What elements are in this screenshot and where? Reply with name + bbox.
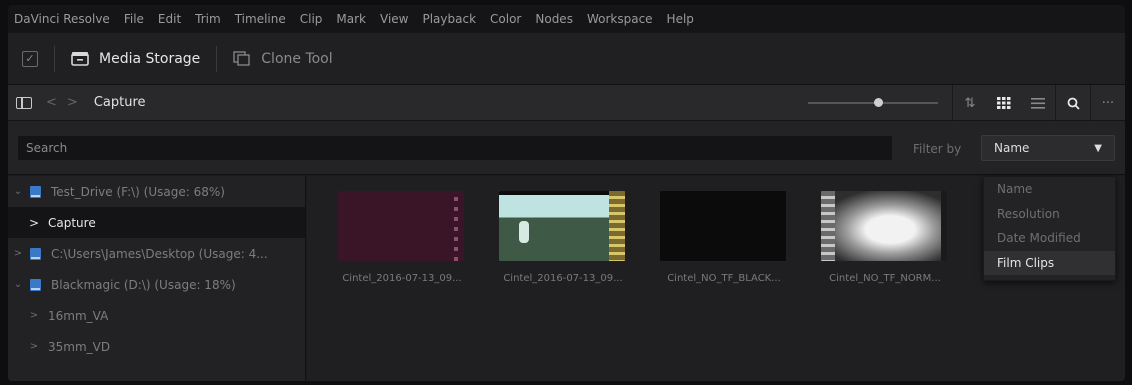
media-storage-button[interactable]: Media Storage — [71, 51, 200, 67]
menu-nodes[interactable]: Nodes — [535, 12, 573, 26]
clip-name: Cintel_2016-07-13_09... — [503, 273, 623, 284]
chevron-down-icon: ▼ — [1094, 142, 1102, 154]
slider-handle[interactable] — [874, 98, 883, 107]
menu-trim[interactable]: Trim — [195, 12, 221, 26]
select-toggle-icon[interactable]: ✓ — [22, 50, 38, 67]
filter-option-date-modified[interactable]: Date Modified — [984, 226, 1115, 251]
sort-order-icon[interactable]: ⇅ — [953, 85, 987, 121]
menu-view[interactable]: View — [380, 12, 408, 26]
menu-clip[interactable]: Clip — [300, 12, 323, 26]
filter-option-film-clips[interactable]: Film Clips — [984, 250, 1115, 275]
more-options-icon[interactable]: ··· — [1091, 85, 1125, 121]
clone-tool-label: Clone Tool — [261, 50, 333, 67]
media-storage-label: Media Storage — [99, 50, 201, 67]
view-controls: ⇅ ··· — [952, 85, 1125, 121]
clip-name: Cintel_NO_TF_BLACK... — [667, 273, 781, 284]
tree-item-capture[interactable]: > Capture — [8, 207, 305, 238]
menu-playback[interactable]: Playback — [422, 12, 476, 26]
clone-tool-button[interactable]: Clone Tool — [233, 50, 333, 67]
clip-item[interactable]: Cintel_2016-07-13_09... — [499, 191, 627, 284]
filter-by-label: Filter by — [913, 142, 962, 156]
app-window: DaVinci Resolve File Edit Trim Timeline … — [8, 5, 1125, 381]
menu-workspace[interactable]: Workspace — [587, 12, 653, 26]
drive-icon — [30, 278, 41, 291]
tree-item-label: 35mm_VD — [48, 339, 111, 354]
tree-item-16mm[interactable]: > 16mm_VA — [8, 300, 305, 331]
toolbar-divider — [54, 45, 55, 72]
clip-item[interactable]: Cintel_NO_TF_NORM... — [821, 191, 949, 284]
menu-help[interactable]: Help — [667, 12, 694, 26]
clip-thumbnail[interactable] — [338, 191, 464, 261]
toggle-sidebar-icon[interactable] — [16, 96, 32, 109]
media-storage-icon — [71, 51, 89, 66]
folder-tree: ⌄ Test_Drive (F:\) (Usage: 68%) > Captur… — [8, 176, 306, 381]
expand-arrow-icon[interactable]: ⌄ — [12, 186, 24, 197]
filter-option-name[interactable]: Name — [984, 177, 1115, 202]
tree-item-label: Test_Drive (F:\) (Usage: 68%) — [51, 184, 225, 199]
chevron-right-icon[interactable]: > — [12, 248, 24, 259]
menu-file[interactable]: File — [124, 12, 144, 26]
chevron-right-icon[interactable]: > — [28, 341, 40, 352]
thumbnail-size-slider[interactable] — [808, 102, 938, 104]
tree-item-label: Capture — [48, 215, 96, 230]
filter-dropdown-value: Name — [994, 141, 1030, 155]
browser-nav-bar: < > Capture ⇅ ··· — [8, 85, 1125, 121]
clip-item[interactable]: Cintel_2016-07-13_09... — [338, 191, 466, 284]
tree-item-label: C:\Users\James\Desktop (Usage: 4... — [51, 246, 268, 261]
tree-item-35mm[interactable]: > 35mm_VD — [8, 331, 305, 362]
chevron-right-icon: > — [28, 215, 40, 230]
tree-item-label: 16mm_VA — [48, 308, 109, 323]
menu-bar: DaVinci Resolve File Edit Trim Timeline … — [8, 5, 1125, 33]
search-row: Search Filter by Name ▼ — [8, 121, 1125, 175]
forward-arrow-icon[interactable]: > — [67, 95, 78, 110]
menu-davinci-resolve[interactable]: DaVinci Resolve — [14, 12, 110, 26]
back-arrow-icon[interactable]: < — [46, 95, 57, 110]
filter-dropdown-menu: Name Resolution Date Modified Film Clips — [983, 176, 1116, 281]
search-input[interactable]: Search — [18, 136, 892, 160]
breadcrumb: Capture — [93, 95, 146, 110]
tree-item-test-drive[interactable]: ⌄ Test_Drive (F:\) (Usage: 68%) — [8, 176, 305, 207]
clip-thumbnail[interactable] — [499, 191, 625, 261]
drive-icon — [30, 247, 41, 260]
drive-icon — [30, 185, 41, 198]
menu-edit[interactable]: Edit — [158, 12, 181, 26]
clip-name: Cintel_NO_TF_NORM... — [829, 273, 941, 284]
chevron-right-icon[interactable]: > — [28, 310, 40, 321]
menu-color[interactable]: Color — [490, 12, 521, 26]
search-icon[interactable] — [1056, 85, 1090, 121]
clip-thumbnail[interactable] — [660, 191, 786, 261]
list-view-icon[interactable] — [1021, 85, 1055, 121]
toolbar-divider — [216, 45, 218, 72]
tree-item-blackmagic[interactable]: ⌄ Blackmagic (D:\) (Usage: 18%) — [8, 269, 305, 300]
clip-thumbnail[interactable] — [821, 191, 947, 261]
clip-item[interactable]: Cintel_NO_TF_BLACK... — [660, 191, 788, 284]
grid-view-icon[interactable] — [987, 85, 1021, 121]
filter-option-resolution[interactable]: Resolution — [984, 202, 1115, 227]
clone-tool-icon — [233, 50, 250, 66]
menu-timeline[interactable]: Timeline — [235, 12, 286, 26]
menu-mark[interactable]: Mark — [336, 12, 366, 26]
tree-item-desktop[interactable]: > C:\Users\James\Desktop (Usage: 4... — [8, 238, 305, 269]
top-toolbar: ✓ Media Storage Clone Tool — [8, 33, 1125, 85]
tree-item-label: Blackmagic (D:\) (Usage: 18%) — [51, 277, 236, 292]
clip-name: Cintel_2016-07-13_09... — [342, 273, 462, 284]
expand-arrow-icon[interactable]: ⌄ — [12, 279, 24, 290]
filter-dropdown[interactable]: Name ▼ — [981, 135, 1115, 161]
